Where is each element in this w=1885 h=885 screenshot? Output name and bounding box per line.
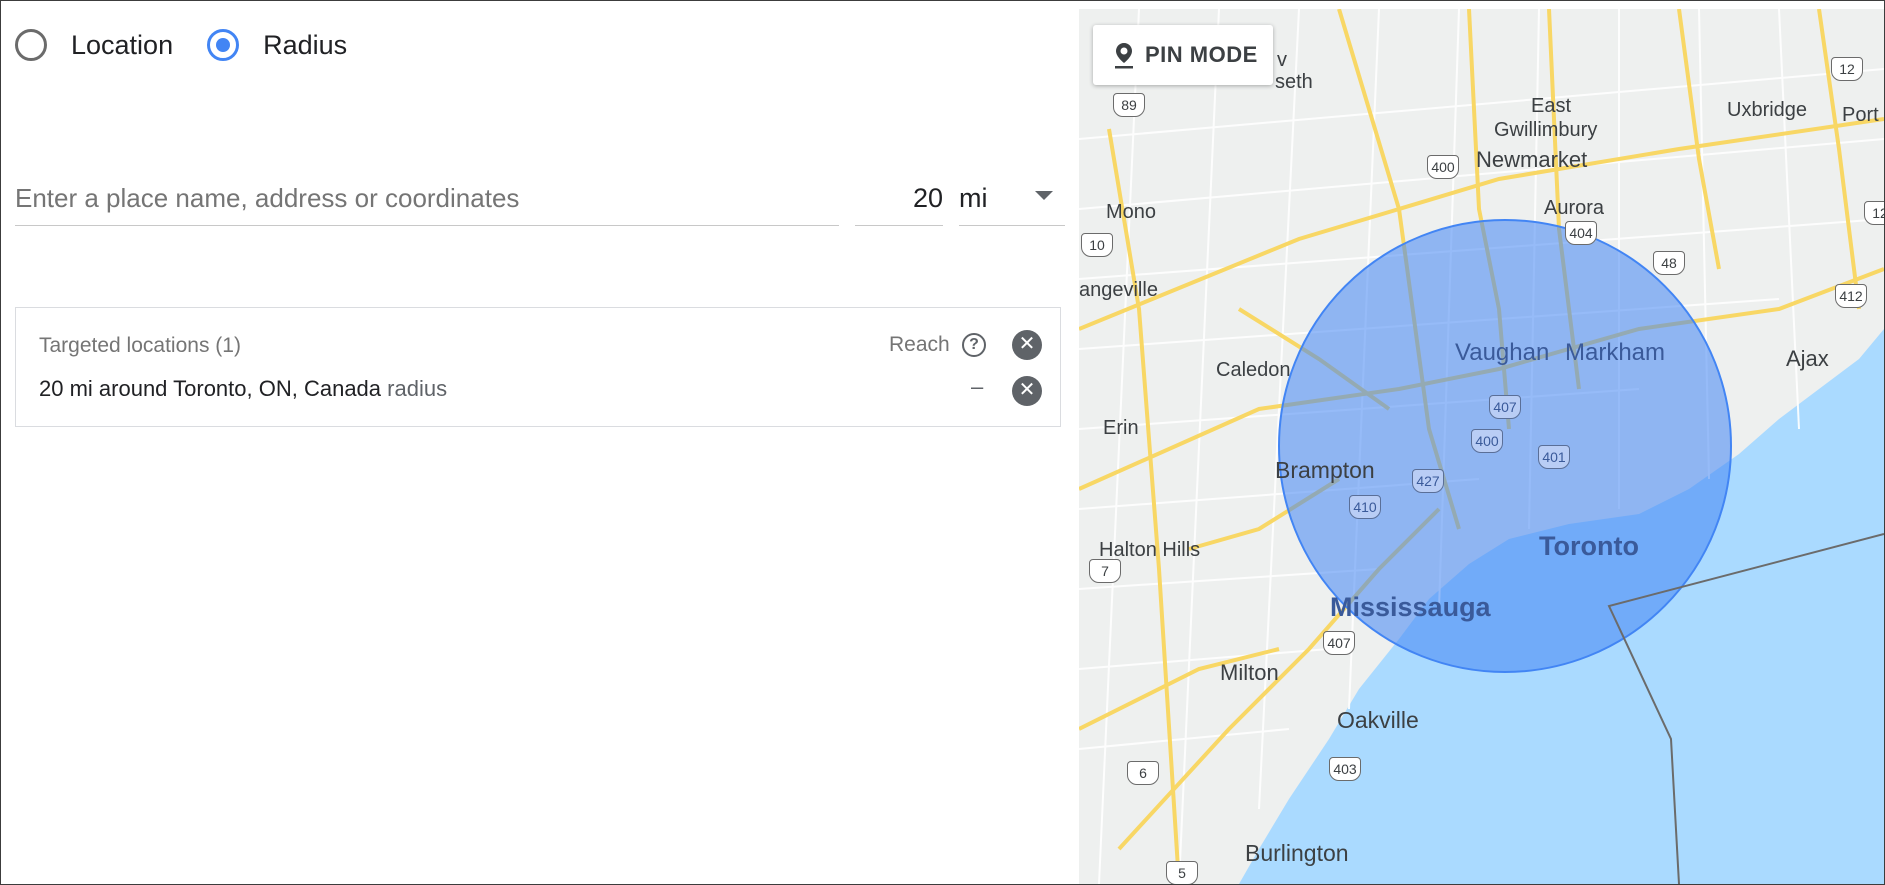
- city-label-ajax: Ajax: [1786, 346, 1829, 371]
- targeted-location-row: 20 mi around Toronto, ON, Canada radius: [39, 376, 447, 402]
- highway-shield-12: 12: [1831, 57, 1863, 81]
- city-label-oakville: Oakville: [1337, 707, 1419, 733]
- highway-shield-403: 403: [1329, 757, 1361, 781]
- highway-shield-410: 410: [1349, 495, 1381, 519]
- city-label-vaughan: Vaughan: [1455, 339, 1550, 366]
- map-pin-icon: [1113, 41, 1135, 69]
- city-label-burlington: Burlington: [1245, 840, 1349, 866]
- map-view[interactable]: PIN MODE v seth East Gwillimbury Newmark…: [1079, 9, 1884, 884]
- highway-shield-89: 89: [1113, 93, 1145, 117]
- help-icon[interactable]: ?: [962, 333, 986, 357]
- left-panel: Location Radius mi Targeted locations (1…: [1, 1, 1076, 884]
- highway-shield-5: 5: [1166, 861, 1198, 884]
- city-label-milton: Milton: [1220, 660, 1279, 685]
- highway-shield-48: 48: [1653, 251, 1685, 275]
- city-label-v: v: [1277, 49, 1287, 71]
- radius-radio[interactable]: Radius: [207, 29, 347, 61]
- city-label-newmarket: Newmarket: [1476, 147, 1588, 172]
- chevron-down-icon: [1035, 191, 1053, 200]
- radius-radio-label: Radius: [263, 29, 348, 60]
- city-label-port: Port: [1842, 104, 1879, 126]
- highway-shield-6: 6: [1127, 761, 1159, 785]
- place-search-input[interactable]: [15, 171, 839, 226]
- targeted-location-text: 20 mi around Toronto, ON, Canada: [39, 376, 382, 401]
- targeted-locations-header: Targeted locations (1): [39, 334, 241, 357]
- pin-mode-button[interactable]: PIN MODE: [1093, 25, 1273, 85]
- city-label-markham: Markham: [1565, 339, 1666, 366]
- radius-unit-select[interactable]: mi: [959, 171, 1065, 226]
- highway-shield-401: 401: [1538, 445, 1570, 469]
- city-label-seth: seth: [1275, 71, 1313, 93]
- clear-all-icon[interactable]: ✕: [1012, 330, 1042, 360]
- targeted-location-type: radius: [387, 376, 448, 401]
- highway-shield-427: 427: [1412, 469, 1444, 493]
- targeted-locations-panel: Targeted locations (1) Reach ? ✕ 20 mi a…: [15, 307, 1061, 427]
- radius-unit-value: mi: [959, 183, 988, 213]
- highway-shield-407b: 407: [1323, 631, 1355, 655]
- radio-circle-location[interactable]: [15, 29, 47, 61]
- city-label-angeville: angeville: [1079, 279, 1158, 301]
- city-label-toronto: Toronto: [1539, 531, 1639, 561]
- radio-circle-radius[interactable]: [207, 29, 240, 61]
- city-label-east: East: [1531, 95, 1572, 117]
- city-label-aurora: Aurora: [1544, 197, 1605, 219]
- highway-shield-400: 400: [1427, 155, 1459, 179]
- highway-shield-407: 407: [1489, 395, 1521, 419]
- remove-location-icon[interactable]: ✕: [1012, 376, 1042, 406]
- highway-shield-12b: 12: [1864, 201, 1884, 225]
- location-radio[interactable]: Location: [15, 29, 173, 61]
- targeted-location-reach: –: [971, 374, 984, 399]
- pin-mode-label: PIN MODE: [1145, 42, 1258, 67]
- city-label-brampton: Brampton: [1275, 457, 1375, 483]
- city-label-uxbridge: Uxbridge: [1727, 99, 1808, 121]
- radius-value-input[interactable]: [855, 171, 943, 226]
- city-label-east-gwillimbury: Gwillimbury: [1494, 119, 1598, 141]
- mode-radio-group: Location Radius: [15, 29, 381, 61]
- highway-shield-7: 7: [1089, 559, 1121, 583]
- highway-shield-10: 10: [1081, 233, 1113, 257]
- city-label-caledon: Caledon: [1216, 359, 1291, 381]
- city-label-mono: Mono: [1106, 201, 1157, 223]
- highway-shield-400b: 400: [1471, 429, 1503, 453]
- highway-shield-412: 412: [1835, 284, 1867, 308]
- highway-shield-404: 404: [1565, 221, 1597, 245]
- city-label-mississauga: Mississauga: [1330, 592, 1491, 622]
- reach-label: Reach: [889, 333, 950, 356]
- app-frame: Location Radius mi Targeted locations (1…: [0, 0, 1885, 885]
- city-label-erin: Erin: [1103, 417, 1139, 439]
- location-radio-label: Location: [71, 29, 174, 60]
